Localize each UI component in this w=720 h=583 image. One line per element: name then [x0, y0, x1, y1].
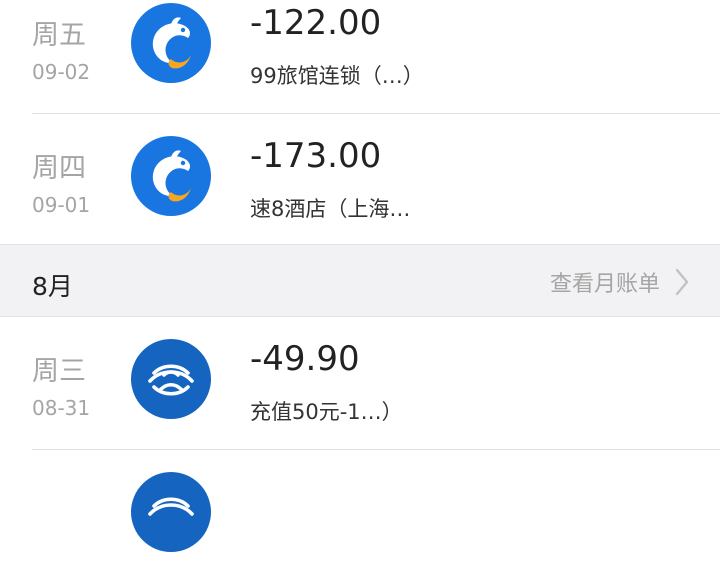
- dolphin-icon: [131, 3, 211, 83]
- view-monthly-bill-label: 查看月账单: [549, 272, 660, 297]
- merchant-description: 充值50元-1…）: [250, 400, 403, 424]
- chevron-right-icon: [674, 267, 690, 297]
- amount: -122.00: [250, 3, 382, 43]
- date-label: 09-02: [32, 60, 91, 84]
- dolphin-icon: [131, 136, 211, 216]
- transaction-row[interactable]: 周三 08-31 -49.90 充值50元-1…）: [0, 317, 720, 450]
- month-header: 8月 查看月账单: [0, 244, 720, 317]
- transaction-row[interactable]: 周五 09-02 -122.00 99旅馆连锁（…）: [0, 0, 720, 114]
- date-label: 09-01: [32, 193, 91, 217]
- china-mobile-icon: [131, 339, 211, 419]
- weekday-label: 周四: [32, 153, 86, 184]
- month-label: 8月: [32, 272, 73, 301]
- amount: -173.00: [250, 136, 382, 176]
- weekday-label: 周五: [32, 20, 86, 51]
- transaction-row[interactable]: 周四 09-01 -173.00 速8酒店（上海…: [0, 114, 720, 247]
- merchant-description: 速8酒店（上海…: [250, 197, 411, 221]
- merchant-description: 99旅馆连锁（…）: [250, 64, 424, 88]
- transaction-row[interactable]: [0, 450, 720, 583]
- view-monthly-bill-link[interactable]: 查看月账单: [550, 264, 690, 300]
- weekday-label: 周三: [32, 356, 86, 387]
- date-label: 08-31: [32, 396, 91, 420]
- china-mobile-icon: [131, 472, 211, 552]
- amount: -49.90: [250, 339, 360, 379]
